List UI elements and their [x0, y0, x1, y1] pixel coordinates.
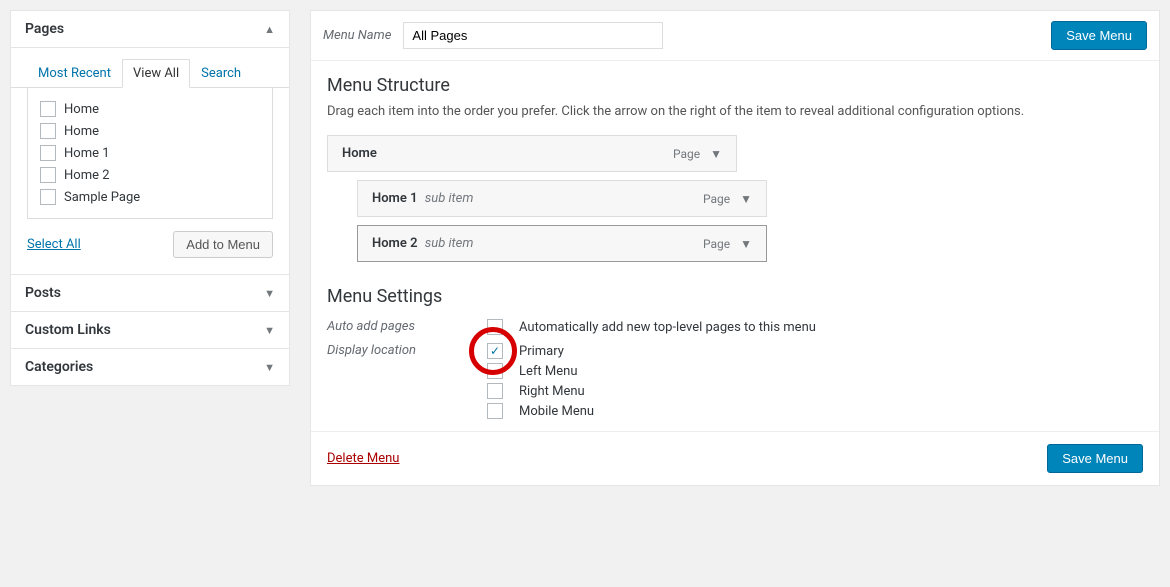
location-option-label: Right Menu: [519, 384, 585, 399]
accordion-pages-body: Most Recent View All Search Home Home: [11, 47, 289, 274]
accordion-posts-header[interactable]: Posts ▼: [11, 274, 289, 312]
menu-item-title: Home 2: [372, 236, 418, 251]
menu-name-label: Menu Name: [323, 28, 391, 43]
accordion-pages: Pages ▲ Most Recent View All Search Home: [10, 10, 290, 275]
tab-most-recent[interactable]: Most Recent: [27, 59, 122, 88]
page-list-item: Home 1: [28, 142, 272, 164]
page-list-item: Home: [28, 120, 272, 142]
location-option-label: Left Menu: [519, 364, 577, 379]
save-menu-button-top[interactable]: Save Menu: [1051, 21, 1147, 50]
menu-item-type: Page: [703, 237, 730, 251]
auto-add-option-label: Automatically add new top-level pages to…: [519, 320, 816, 335]
location-option: Right Menu: [487, 383, 594, 399]
menu-item-type: Page: [673, 147, 700, 161]
menu-items-list: Home Page ▼ Home 1 sub item Page ▼: [327, 135, 1143, 262]
menu-content: Menu Structure Drag each item into the o…: [311, 61, 1159, 432]
menu-item-title: Home 1: [372, 191, 418, 206]
page-list-item: Sample Page: [28, 186, 272, 208]
caret-up-icon: ▲: [264, 23, 275, 36]
page-list-label: Home 2: [64, 168, 110, 183]
page-list-label: Home: [64, 102, 99, 117]
checkbox[interactable]: [487, 403, 503, 419]
menu-editor: Menu Name Save Menu Menu Structure Drag …: [310, 10, 1160, 486]
accordion-pages-title: Pages: [25, 21, 64, 37]
location-option-label: Primary: [519, 344, 564, 359]
checkbox[interactable]: [487, 363, 503, 379]
menu-structure-heading: Menu Structure: [327, 75, 1143, 96]
location-option-label: Mobile Menu: [519, 404, 594, 419]
accordion-categories-header[interactable]: Categories ▼: [11, 348, 289, 386]
menu-item-subitem-label: sub item: [425, 236, 474, 251]
checkbox[interactable]: ✓: [487, 343, 503, 359]
auto-add-label: Auto add pages: [327, 319, 487, 334]
checkbox[interactable]: [40, 145, 56, 161]
menu-item-subitem-label: sub item: [425, 191, 474, 206]
menu-bottom-bar: Delete Menu Save Menu: [311, 432, 1159, 485]
caret-down-icon: ▼: [264, 287, 275, 300]
accordion-posts: Posts ▼: [10, 274, 290, 312]
page-list-label: Sample Page: [64, 190, 140, 205]
accordion-custom-links-header[interactable]: Custom Links ▼: [11, 311, 289, 349]
accordion-categories-title: Categories: [25, 359, 93, 375]
location-option: ✓ Primary: [487, 343, 594, 359]
delete-menu-link[interactable]: Delete Menu: [327, 451, 399, 466]
menu-item[interactable]: Home 1 sub item Page ▼: [357, 180, 767, 217]
menu-item[interactable]: Home 2 sub item Page ▼: [357, 225, 767, 262]
accordion-sidebar: Pages ▲ Most Recent View All Search Home: [10, 10, 290, 486]
add-to-menu-button[interactable]: Add to Menu: [173, 231, 273, 258]
checkbox[interactable]: [40, 101, 56, 117]
menu-item-type: Page: [703, 192, 730, 206]
checkbox[interactable]: [487, 319, 503, 335]
page-list-item: Home 2: [28, 164, 272, 186]
auto-add-option: Automatically add new top-level pages to…: [487, 319, 816, 335]
accordion-categories: Categories ▼: [10, 348, 290, 386]
pages-subtabs: Most Recent View All Search: [11, 47, 289, 88]
menu-name-input[interactable]: [403, 22, 663, 49]
accordion-posts-title: Posts: [25, 285, 61, 301]
caret-down-icon[interactable]: ▼: [710, 147, 722, 161]
display-location-label: Display location: [327, 343, 487, 358]
page-list-label: Home: [64, 124, 99, 139]
checkbox[interactable]: [40, 123, 56, 139]
accordion-custom-links-title: Custom Links: [25, 322, 111, 338]
menu-item[interactable]: Home Page ▼: [327, 135, 737, 172]
checkbox[interactable]: [487, 383, 503, 399]
save-menu-button-bottom[interactable]: Save Menu: [1047, 444, 1143, 473]
menu-structure-help: Drag each item into the order you prefer…: [327, 104, 1143, 119]
tab-view-all[interactable]: View All: [122, 59, 190, 88]
pages-footer: Select All Add to Menu: [11, 219, 289, 264]
caret-down-icon[interactable]: ▼: [740, 192, 752, 206]
location-option: Mobile Menu: [487, 403, 594, 419]
menu-settings-heading: Menu Settings: [327, 286, 1143, 307]
auto-add-row: Auto add pages Automatically add new top…: [327, 315, 1143, 339]
display-location-row: Display location ✓ Primary Left Menu Rig…: [327, 339, 1143, 423]
page-list-item: Home: [28, 98, 272, 120]
pages-list: Home Home Home 1 Home 2: [27, 88, 273, 219]
page-list-label: Home 1: [64, 146, 110, 161]
checkbox[interactable]: [40, 167, 56, 183]
location-option: Left Menu: [487, 363, 594, 379]
checkbox[interactable]: [40, 189, 56, 205]
caret-down-icon: ▼: [264, 361, 275, 374]
caret-down-icon: ▼: [264, 324, 275, 337]
caret-down-icon[interactable]: ▼: [740, 237, 752, 251]
menu-item-title: Home: [342, 146, 377, 161]
tab-search[interactable]: Search: [190, 59, 252, 88]
menu-top-bar: Menu Name Save Menu: [311, 11, 1159, 61]
select-all-link[interactable]: Select All: [27, 237, 81, 252]
accordion-pages-header[interactable]: Pages ▲: [11, 10, 289, 48]
accordion-custom-links: Custom Links ▼: [10, 311, 290, 349]
